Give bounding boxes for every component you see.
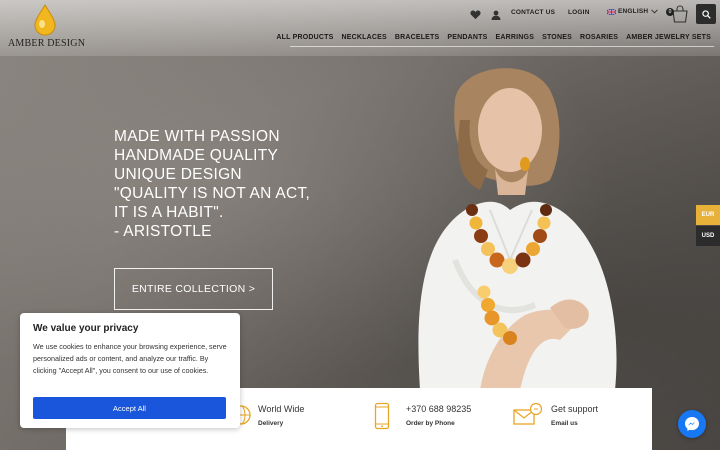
wishlist-icon[interactable] [470,7,481,25]
contact-us-link[interactable]: CONTACT US [511,9,555,16]
nav-earrings[interactable]: EARRINGS [496,34,535,41]
search-button[interactable] [696,4,716,24]
hero-line: - ARISTOTLE [114,223,212,240]
messenger-chat-button[interactable] [678,410,706,438]
cookie-consent-dialog: We value your privacy We use cookies to … [20,313,240,428]
nav-pendants[interactable]: PENDANTS [447,34,487,41]
feature-subtitle: Order by Phone [406,420,455,427]
logo[interactable]: AMBER DESIGN [8,4,85,50]
cookie-text: We use cookies to enhance your browsing … [33,342,227,375]
nav-rosaries[interactable]: ROSARIES [580,34,618,41]
feature-subtitle: Delivery [258,420,284,427]
uk-flag-icon [607,8,616,15]
nav-divider [290,46,714,47]
nav-all-products[interactable]: ALL PRODUCTS [276,34,333,41]
entire-collection-button[interactable]: ENTIRE COLLECTION > [114,268,273,310]
chevron-down-icon [651,9,659,14]
hero-model-image [418,68,617,390]
language-selector[interactable]: ENGLISH [607,8,659,15]
language-label: ENGLISH [618,8,649,15]
main-nav: ALL PRODUCTS NECKLACES BRACELETS PENDANT… [276,34,711,41]
email-icon [513,402,543,425]
cart-count-badge: 0 [666,8,674,16]
feature-title: World Wide [258,404,305,414]
logo-text: AMBER DESIGN [8,38,86,49]
search-icon [701,9,711,19]
nav-necklaces[interactable]: NECKLACES [341,34,386,41]
currency-eur-button[interactable]: EUR [696,205,720,225]
accept-all-button[interactable]: Accept All [33,397,226,419]
hero-line: HANDMADE QUALITY [114,147,279,164]
phone-icon [374,402,390,430]
amber-drop-icon [34,4,56,36]
hero-line: MADE WITH PASSION [114,128,280,145]
user-icon[interactable] [491,7,501,25]
hero-line: IT IS A HABIT". [114,204,224,221]
cookie-title: We value your privacy [33,323,139,334]
nav-stones[interactable]: STONES [542,34,572,41]
feature-subtitle: Email us [551,420,578,427]
nav-amber-jewelry-sets[interactable]: AMBER JEWELRY SETS [626,34,711,41]
feature-title: +370 688 98235 [406,404,472,414]
hero-headline: MADE WITH PASSION HANDMADE QUALITY UNIQU… [114,127,354,241]
messenger-icon [685,417,699,431]
hero-line: UNIQUE DESIGN [114,166,242,183]
currency-usd-button[interactable]: USD [696,226,720,246]
nav-bracelets[interactable]: BRACELETS [395,34,440,41]
feature-title: Get support [551,404,599,414]
login-link[interactable]: LOGIN [568,9,590,16]
hero-line: "QUALITY IS NOT AN ACT, [114,185,311,202]
